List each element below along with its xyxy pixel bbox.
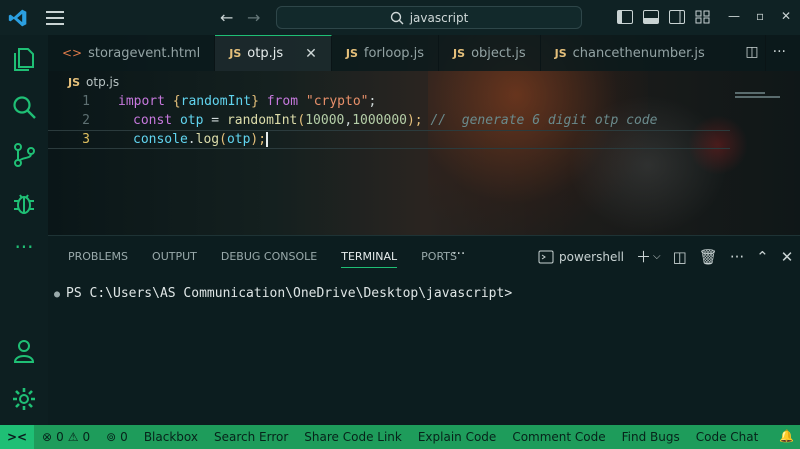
more-actions-icon[interactable]: ··· [773,44,786,60]
notification-bell-icon[interactable]: 🔔 [779,429,794,443]
terminal-icon [538,250,554,263]
arrow-right-icon[interactable]: → [247,8,260,27]
status-explain-code[interactable]: Explain Code [410,430,504,444]
line-number: 3 [82,132,90,147]
menu-hamburger-icon[interactable] [46,11,64,25]
panel-tab-terminal[interactable]: TERMINAL [341,250,398,268]
close-panel-icon[interactable]: ✕ [781,248,794,266]
tab-label: object.js [471,45,526,61]
tab-forloop-js[interactable]: JS forloop.js [332,35,440,71]
status-blackbox[interactable]: Blackbox [136,430,206,444]
status-bar: >< ⊗ 0 ⚠ 0 ⊚ 0 Blackbox Search Error Share … [0,425,800,449]
chevron-down-icon[interactable]: ⌵ [653,251,661,262]
warning-icon: ⚠ [67,430,79,444]
panel-more-icon[interactable]: ··· [452,246,465,262]
line-number: 2 [82,113,90,128]
tab-label: forloop.js [363,45,425,61]
tab-label: chancethenumber.js [572,45,705,61]
account-icon[interactable] [10,337,38,365]
close-tab-icon[interactable]: ✕ [305,46,317,62]
settings-gear-icon[interactable] [10,385,38,413]
js-file-icon: JS [229,47,242,60]
search-text: javascript [409,10,469,25]
bottom-panel: PROBLEMS OUTPUT DEBUG CONSOLE TERMINAL P… [48,235,800,425]
status-code-chat[interactable]: Code Chat [688,430,767,444]
close-window-button[interactable]: ✕ [781,9,791,23]
code-editor[interactable]: 1 import {randomInt} from "crypto"; 2 co… [48,92,730,149]
minimap[interactable] [735,92,795,102]
panel-tab-output[interactable]: OUTPUT [152,250,197,268]
status-comment-code[interactable]: Comment Code [504,430,613,444]
activity-bar: ··· [0,35,48,425]
maximize-panel-icon[interactable]: ⌃ [756,248,769,266]
tab-object-js[interactable]: JS object.js [439,35,541,71]
status-find-bugs[interactable]: Find Bugs [614,430,688,444]
vscode-logo-icon [8,9,27,27]
split-editor-icon[interactable]: ◫ [745,44,758,60]
line-number: 1 [82,94,90,109]
terminal-output[interactable]: ● PS C:\Users\AS Communication\OneDrive\D… [54,286,512,301]
tab-label: storagevent.html [88,45,201,61]
js-file-icon: JS [554,46,567,60]
tab-storagevent-html[interactable]: <> storagevent.html [48,35,216,71]
more-dots-icon[interactable]: ··· [10,237,38,265]
prompt-dot-icon: ● [54,289,61,300]
command-center-search[interactable]: javascript [276,6,582,29]
status-search-error[interactable]: Search Error [206,430,296,444]
maximize-button[interactable]: ▫ [756,9,764,23]
split-terminal-icon[interactable]: ◫ [673,248,687,266]
editor-tabs: <> storagevent.html JS otp.js ✕ JS forlo… [48,35,800,71]
breadcrumb: JS otp.js [68,75,119,89]
arrow-left-icon[interactable]: ← [220,8,233,27]
code-line-current[interactable]: 3 console.log(otp); [48,130,730,149]
search-sidebar-icon[interactable] [10,93,38,121]
run-debug-icon[interactable] [10,189,38,217]
problems-status[interactable]: ⊗ 0 ⚠ 0 [34,430,98,444]
toggle-secondary-sidebar-icon[interactable] [668,9,686,25]
minimize-button[interactable]: — [728,9,740,23]
ports-status[interactable]: ⊚ 0 [98,430,136,444]
terminal-prompt: PS C:\Users\AS Communication\OneDrive\De… [66,286,513,301]
panel-tab-problems[interactable]: PROBLEMS [68,250,128,268]
broadcast-icon: ⊚ [106,430,117,444]
more-actions-icon[interactable]: ··· [730,248,744,266]
source-control-icon[interactable] [10,141,38,169]
explorer-icon[interactable] [10,45,38,73]
status-share-code-link[interactable]: Share Code Link [296,430,410,444]
html-file-icon: <> [62,46,83,60]
remote-indicator-icon[interactable]: >< [0,425,34,449]
trash-icon[interactable]: 🗑 [699,248,718,266]
tab-otp-js[interactable]: JS otp.js ✕ [215,35,332,71]
title-bar: ← → javascript — ▫ ✕ [0,0,800,35]
shell-name: powershell [559,249,624,264]
breadcrumb-file[interactable]: otp.js [86,75,119,89]
new-terminal-icon[interactable]: ＋ [636,246,651,267]
customize-layout-icon[interactable] [694,9,712,25]
panel-tab-debug-console[interactable]: DEBUG CONSOLE [221,250,317,268]
js-file-icon: JS [345,46,358,60]
js-file-icon: JS [453,46,466,60]
code-line[interactable]: 2 const otp = randomInt(10000,1000000); … [48,111,730,130]
toggle-primary-sidebar-icon[interactable] [616,9,634,25]
js-file-icon: JS [68,75,81,89]
error-icon: ⊗ [42,430,53,444]
search-icon [390,11,404,24]
toggle-panel-icon[interactable] [642,9,660,25]
tab-chancethenumber-js[interactable]: JS chancethenumber.js [541,35,766,71]
tab-label: otp.js [247,46,284,61]
terminal-shell-selector[interactable]: powershell [538,250,624,264]
text-cursor [266,132,269,147]
code-line[interactable]: 1 import {randomInt} from "crypto"; [48,92,730,111]
